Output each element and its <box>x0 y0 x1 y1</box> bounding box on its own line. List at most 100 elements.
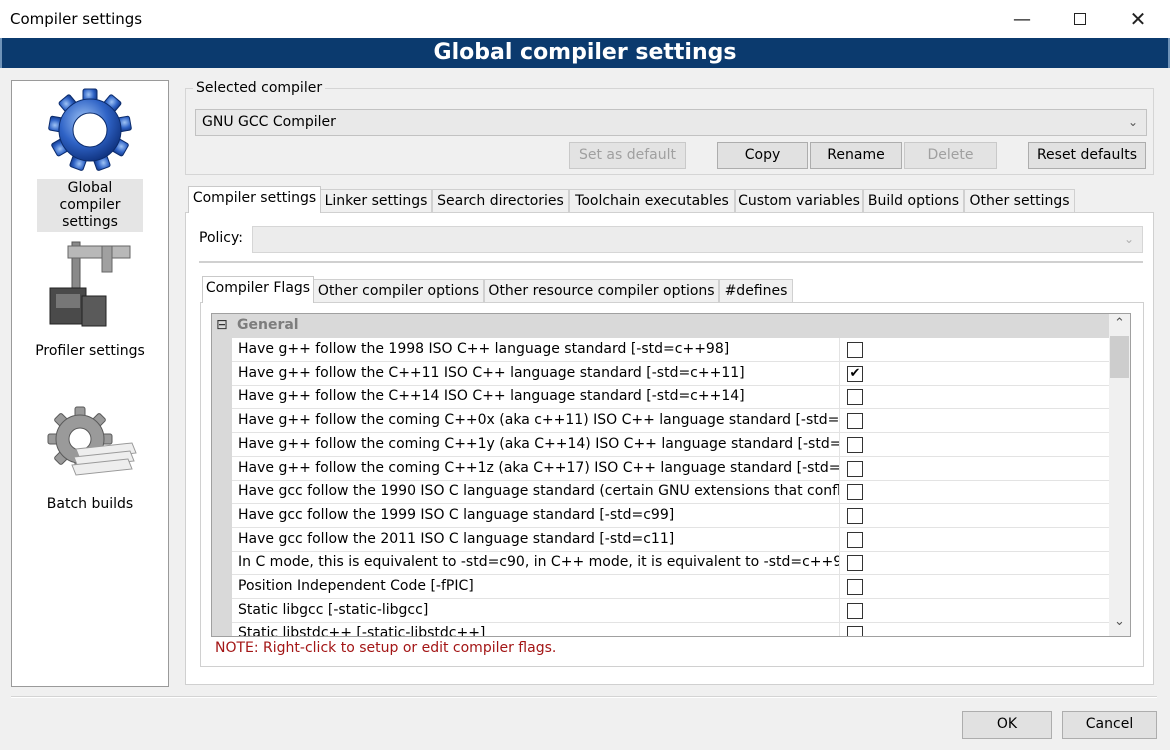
tab-search-directories[interactable]: Search directories <box>432 189 569 213</box>
column-separator <box>839 503 840 528</box>
checkmark-icon: ✔ <box>849 365 861 381</box>
column-separator <box>839 456 840 481</box>
column-separator <box>839 551 840 576</box>
tab-defines[interactable]: #defines <box>719 279 793 303</box>
batch-gear-icon <box>47 406 137 476</box>
flag-label: Have gcc follow the 2011 ISO C language … <box>238 530 675 547</box>
category-label: Global compiler settings <box>37 179 143 232</box>
page-title-banner: Global compiler settings <box>0 38 1170 68</box>
column-separator <box>839 622 840 636</box>
flag-label: Have g++ follow the coming C++0x (aka c+… <box>238 412 839 429</box>
column-separator <box>839 409 840 434</box>
category-profiler[interactable]: Profiler settings <box>12 236 168 366</box>
flag-checkbox[interactable] <box>847 484 863 501</box>
tab-compiler-settings[interactable]: Compiler settings <box>188 186 321 213</box>
table-row[interactable]: Have g++ follow the C++14 ISO C++ langua… <box>232 385 1109 410</box>
title-bar: Compiler settings — ✕ <box>0 0 1170 38</box>
scroll-thumb[interactable] <box>1110 336 1129 378</box>
flag-label: Have g++ follow the C++11 ISO C++ langua… <box>238 364 745 381</box>
flag-checkbox[interactable] <box>847 436 863 453</box>
close-button[interactable]: ✕ <box>1114 0 1162 38</box>
flag-checkbox[interactable] <box>847 389 863 406</box>
set-default-button[interactable]: Set as default <box>569 142 686 169</box>
flag-label: Have g++ follow the C++14 ISO C++ langua… <box>238 388 745 405</box>
maximize-button[interactable] <box>1056 0 1104 38</box>
table-row[interactable]: Position Independent Code [-fPIC] <box>232 575 1109 599</box>
compiler-select-value: GNU GCC Compiler <box>202 114 336 130</box>
policy-select[interactable]: ⌄ <box>252 226 1143 253</box>
flag-checkbox[interactable] <box>847 579 863 595</box>
category-label: General <box>237 317 299 333</box>
category-batch-builds[interactable]: Batch builds <box>12 403 168 523</box>
category-label: Profiler settings <box>35 343 145 359</box>
flag-checkbox[interactable] <box>847 626 863 636</box>
rename-button[interactable]: Rename <box>810 142 902 169</box>
table-row[interactable]: Have gcc follow the 1999 ISO C language … <box>232 503 1109 528</box>
tab-other-compiler-options[interactable]: Other compiler options <box>313 279 484 303</box>
tab-compiler-flags[interactable]: Compiler Flags <box>202 276 314 303</box>
flag-checkbox[interactable] <box>847 531 863 548</box>
flag-checkbox[interactable] <box>847 413 863 430</box>
note-text: NOTE: Right-click to setup or edit compi… <box>215 640 557 656</box>
copy-button[interactable]: Copy <box>717 142 808 169</box>
table-row[interactable]: Have g++ follow the 1998 ISO C++ languag… <box>232 338 1109 362</box>
column-separator <box>839 432 840 457</box>
cancel-button[interactable]: Cancel <box>1062 711 1157 739</box>
table-row[interactable]: Have gcc follow the 2011 ISO C language … <box>232 527 1109 552</box>
scroll-down-icon[interactable]: ⌄ <box>1114 614 1125 629</box>
category-header-general[interactable]: ⊟ General <box>212 314 1109 338</box>
category-global-compiler[interactable]: Global compiler settings <box>12 85 168 232</box>
tab-other-resource-compiler-options[interactable]: Other resource compiler options <box>484 279 719 303</box>
flag-label: Have g++ follow the coming C++1y (aka C+… <box>238 435 839 452</box>
window-title: Compiler settings <box>10 10 143 28</box>
compiler-select[interactable]: GNU GCC Compiler ⌄ <box>195 109 1147 136</box>
selected-compiler-label: Selected compiler <box>193 80 326 96</box>
flag-label: Position Independent Code [-fPIC] <box>238 578 474 594</box>
minimize-button[interactable]: — <box>998 0 1046 38</box>
flag-checkbox[interactable] <box>847 507 863 524</box>
table-row[interactable]: Have g++ follow the coming C++1y (aka C+… <box>232 432 1109 457</box>
collapse-icon[interactable]: ⊟ <box>216 314 228 337</box>
table-row[interactable]: Have g++ follow the C++11 ISO C++ langua… <box>232 361 1109 386</box>
policy-label: Policy: <box>199 230 243 246</box>
table-row[interactable]: Have gcc follow the 1990 ISO C language … <box>232 480 1109 505</box>
column-separator <box>839 480 840 505</box>
table-row[interactable]: Static libstdc++ [-static-libstdc++] <box>232 622 1109 636</box>
caliper-icon <box>49 241 131 327</box>
footer-divider <box>11 696 1157 698</box>
column-separator <box>839 575 840 599</box>
column-separator <box>839 385 840 410</box>
table-row[interactable]: Have g++ follow the coming C++0x (aka c+… <box>232 409 1109 434</box>
maximize-icon <box>1074 13 1086 25</box>
flag-checkbox[interactable]: ✔ <box>847 365 863 382</box>
grid-gutter <box>212 314 232 636</box>
table-row[interactable]: Static libgcc [-static-libgcc] <box>232 598 1109 623</box>
flag-label: Static libgcc [-static-libgcc] <box>238 601 429 618</box>
tab-custom-variables[interactable]: Custom variables <box>735 189 863 213</box>
flag-checkbox[interactable] <box>847 555 863 572</box>
category-list[interactable]: Global compiler settings Profiler settin… <box>11 80 169 687</box>
flag-label: In C mode, this is equivalent to -std=c9… <box>238 554 839 571</box>
flag-checkbox[interactable] <box>847 602 863 619</box>
flag-label: Have gcc follow the 1990 ISO C language … <box>238 483 839 500</box>
flag-label: Have g++ follow the 1998 ISO C++ languag… <box>238 341 730 357</box>
tab-other-settings[interactable]: Other settings <box>964 189 1075 213</box>
flag-checkbox[interactable] <box>847 460 863 477</box>
tab-linker-settings[interactable]: Linker settings <box>320 189 432 213</box>
table-row[interactable]: In C mode, this is equivalent to -std=c9… <box>232 551 1109 576</box>
chevron-down-icon: ⌄ <box>1127 115 1138 129</box>
scroll-up-icon[interactable]: ⌃ <box>1114 316 1125 331</box>
tab-build-options[interactable]: Build options <box>863 189 964 213</box>
flag-checkbox[interactable] <box>847 342 863 358</box>
column-separator <box>839 338 840 362</box>
delete-button[interactable]: Delete <box>904 142 997 169</box>
flag-label: Have g++ follow the coming C++1z (aka C+… <box>238 459 839 476</box>
ok-button[interactable]: OK <box>962 711 1052 739</box>
compiler-flags-grid[interactable]: ⊟ General Have g++ follow the 1998 ISO C… <box>211 313 1131 637</box>
tab-toolchain-executables[interactable]: Toolchain executables <box>569 189 735 213</box>
divider <box>199 261 1143 263</box>
minimize-icon: — <box>1013 8 1031 30</box>
table-row[interactable]: Have g++ follow the coming C++1z (aka C+… <box>232 456 1109 481</box>
category-label: Batch builds <box>46 496 134 512</box>
reset-defaults-button[interactable]: Reset defaults <box>1028 142 1146 169</box>
